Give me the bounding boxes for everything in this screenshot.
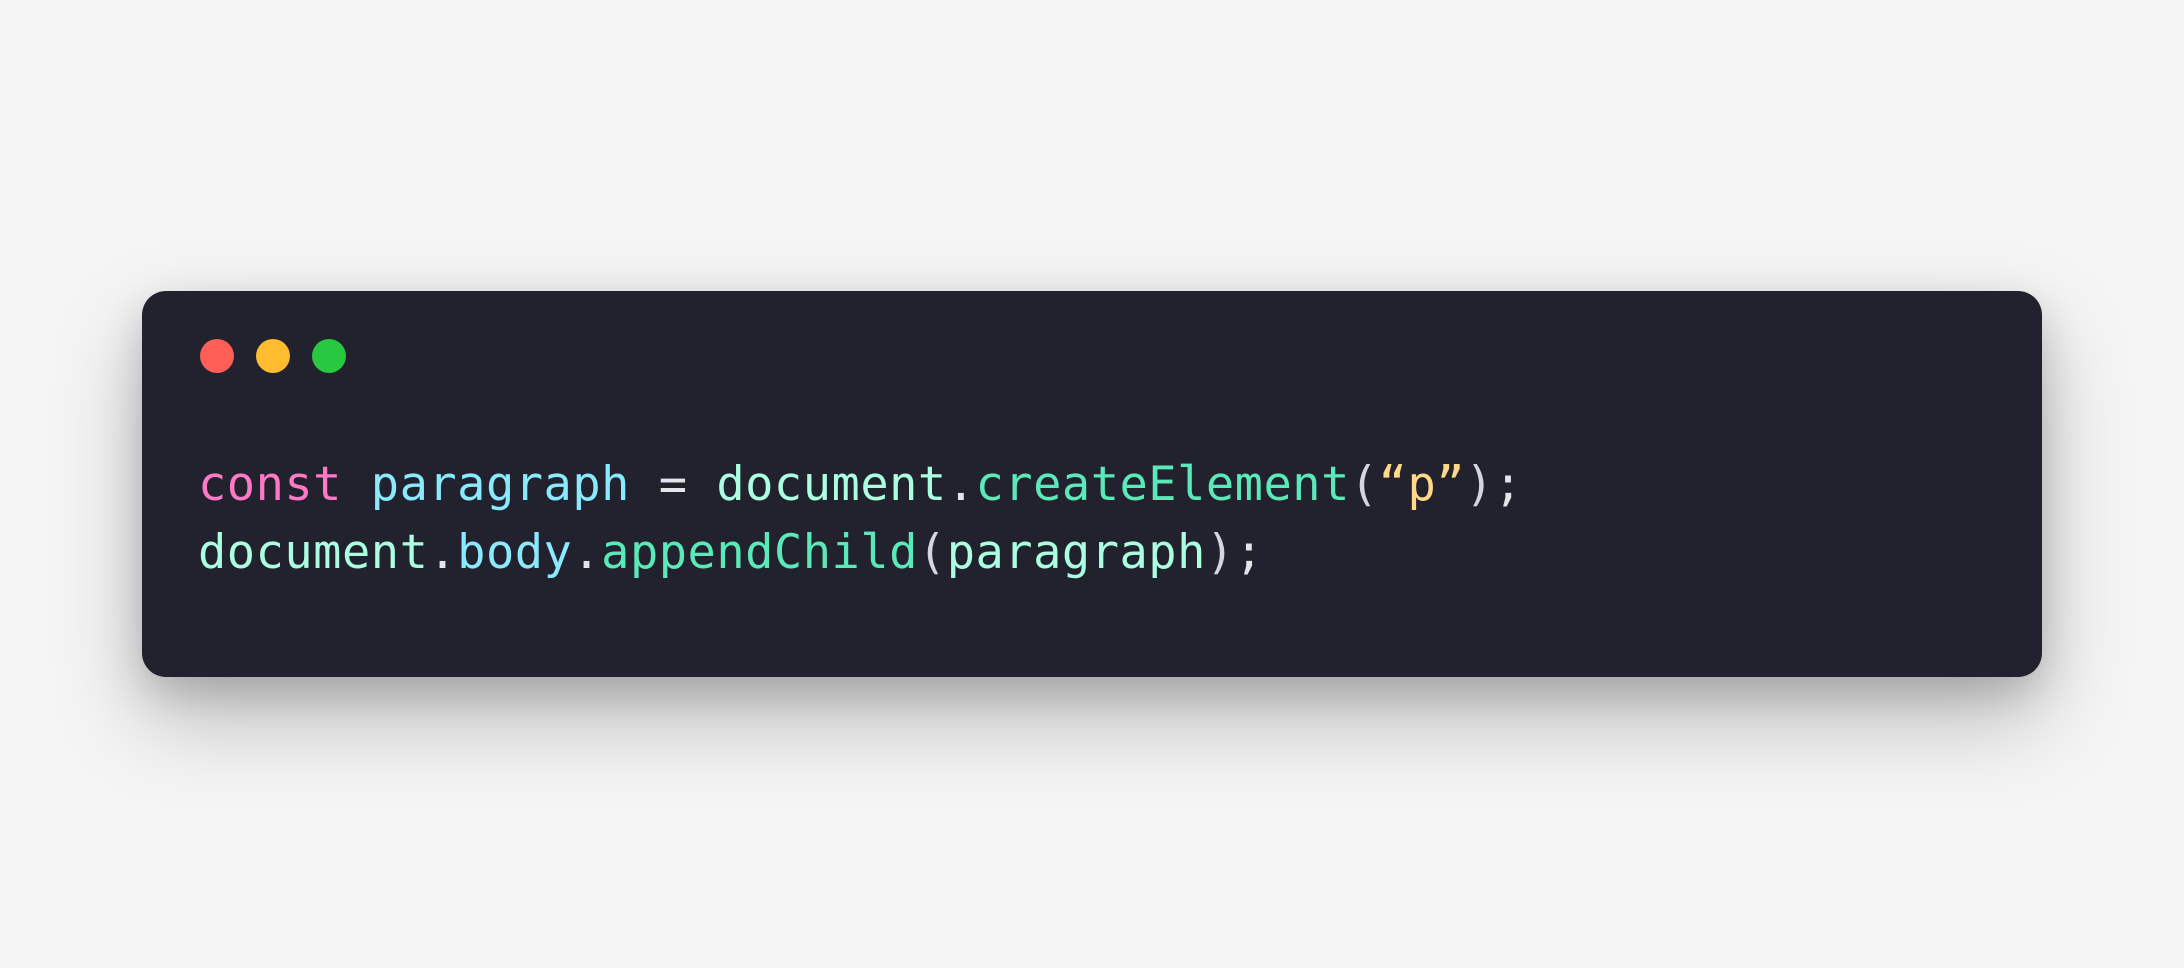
token-space [342, 457, 371, 512]
token-object: document [198, 525, 428, 580]
token-method: appendChild [601, 525, 918, 580]
token-property: body [457, 525, 572, 580]
token-dot: . [428, 525, 457, 580]
token-paren: ) [1206, 525, 1235, 580]
close-icon[interactable] [200, 339, 234, 373]
token-string: “p” [1379, 457, 1465, 512]
token-dot: . [572, 525, 601, 580]
token-equals: = [659, 457, 688, 512]
token-variable: paragraph [371, 457, 630, 512]
window-controls [198, 339, 1986, 373]
token-paren: ) [1465, 457, 1494, 512]
token-paren: ( [918, 525, 947, 580]
code-window: const paragraph = document.createElement… [142, 291, 2042, 677]
token-object: document [716, 457, 946, 512]
minimize-icon[interactable] [256, 339, 290, 373]
token-space [630, 457, 659, 512]
token-method: createElement [976, 457, 1350, 512]
token-space [688, 457, 717, 512]
token-dot: . [947, 457, 976, 512]
code-content: const paragraph = document.createElement… [198, 451, 1986, 587]
maximize-icon[interactable] [312, 339, 346, 373]
token-argument: paragraph [947, 525, 1206, 580]
token-keyword: const [198, 457, 342, 512]
token-semicolon: ; [1494, 457, 1523, 512]
token-paren: ( [1350, 457, 1379, 512]
token-semicolon: ; [1235, 525, 1264, 580]
